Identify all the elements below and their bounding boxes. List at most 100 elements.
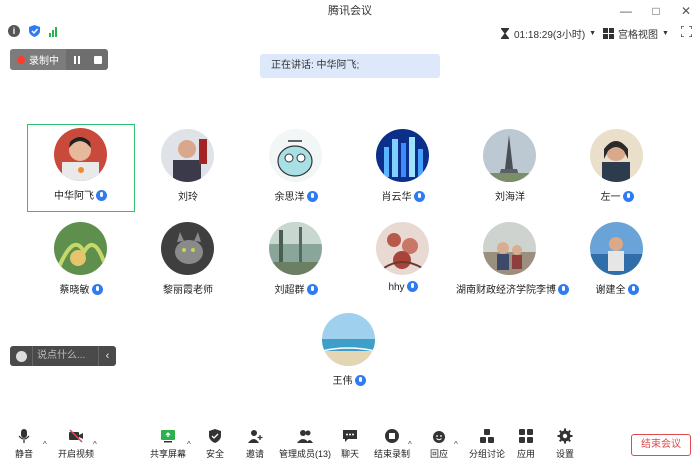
participant-tile[interactable]: 谢建全 <box>563 218 671 306</box>
share-screen-icon <box>161 430 175 443</box>
shield-icon[interactable] <box>29 25 40 37</box>
view-mode-label: 宫格视图 <box>618 30 658 41</box>
participant-name: hhy <box>349 281 457 293</box>
chevron-up-icon[interactable]: ^ <box>93 440 97 449</box>
avatar <box>53 128 107 181</box>
chevron-up-icon[interactable]: ^ <box>187 440 191 449</box>
add-user-icon <box>248 430 263 443</box>
avatar <box>54 222 107 275</box>
participant-tile[interactable]: 左一 <box>563 125 671 213</box>
end-meeting-button[interactable]: 结束会议 <box>631 434 691 456</box>
participant-name: 黎丽霞老师 <box>163 285 213 296</box>
participant-tile[interactable]: 刘海洋 <box>456 125 564 213</box>
speaking-indicator: 正在讲话: 中华阿飞; <box>260 54 440 78</box>
avatar <box>269 129 322 182</box>
participant-name: 王伟 <box>295 372 403 387</box>
participant-tile[interactable]: 黎丽霞老师 <box>134 218 242 306</box>
apps-button[interactable]: 应用 <box>517 428 535 460</box>
chevron-down-icon: ▼ <box>662 30 669 37</box>
recording-label: 录制中 <box>29 56 59 67</box>
window-controls: — □ ✕ <box>620 0 692 22</box>
invite-button[interactable]: 邀请 <box>246 428 264 460</box>
avatar <box>483 129 536 182</box>
view-mode-button[interactable]: 宫格视图 ▼ <box>603 26 669 41</box>
microphone-icon <box>18 429 30 443</box>
chevron-down-icon: ▼ <box>589 30 597 37</box>
timer-text: 01:18:29(3小时) <box>514 30 586 41</box>
participant-tile[interactable]: 刘玲 <box>134 125 242 213</box>
close-icon[interactable]: ✕ <box>680 0 692 22</box>
mic-on-icon <box>354 375 366 386</box>
chat-input[interactable]: 说点什么... <box>32 346 98 366</box>
stop-record-icon <box>385 429 399 443</box>
avatar <box>483 222 536 275</box>
mic-on-icon <box>96 190 107 201</box>
participant-name: 谢建全 <box>563 281 671 296</box>
chevron-up-icon[interactable]: ^ <box>43 440 47 449</box>
avatar <box>590 129 643 182</box>
signal-icon[interactable] <box>49 25 61 37</box>
chat-icon <box>343 430 357 442</box>
fullscreen-icon[interactable] <box>681 26 692 37</box>
participant-tile[interactable]: 蔡晓敏 <box>27 218 135 306</box>
security-button[interactable]: 安全 <box>206 428 224 460</box>
participant-name: 肖云华 <box>349 188 457 203</box>
stop-icon <box>93 55 102 64</box>
mic-on-icon <box>406 281 418 292</box>
participant-tile[interactable]: 肖云华 <box>349 125 457 213</box>
participant-name: 刘超群 <box>242 281 350 296</box>
stop-recording-button[interactable] <box>87 49 108 70</box>
mic-on-icon <box>91 284 103 295</box>
video-button[interactable]: 开启视频 <box>58 428 94 460</box>
avatar <box>322 313 375 366</box>
chevron-up-icon[interactable]: ^ <box>454 440 458 449</box>
mic-on-icon <box>627 284 639 295</box>
avatar <box>269 222 322 275</box>
meeting-toolbar: 静音 ^ 开启视频 ^ 共享屏幕 ^ 安全 邀请 管理成员(13) 聊天 结束录… <box>0 424 700 464</box>
meeting-timer[interactable]: 01:18:29(3小时) ▼ <box>500 26 596 41</box>
pause-recording-button[interactable] <box>66 49 87 70</box>
recording-panel: 录制中 <box>10 49 108 70</box>
pause-icon <box>73 55 80 64</box>
status-icons: i <box>8 25 61 37</box>
info-icon[interactable]: i <box>8 25 20 37</box>
participant-name: 湖南财政经济学院李博 <box>456 281 569 296</box>
shield-icon <box>209 429 221 443</box>
hourglass-icon <box>501 28 509 39</box>
recording-status: 录制中 <box>10 49 66 70</box>
end-recording-button[interactable]: 结束录制 <box>374 428 410 460</box>
avatar <box>376 222 429 275</box>
manage-members-button[interactable]: 管理成员(13) <box>279 428 331 460</box>
participant-tile[interactable]: 湖南财政经济学院李博 <box>456 218 569 306</box>
emoji-reaction-icon <box>433 431 445 443</box>
chat-button[interactable]: 聊天 <box>341 428 359 460</box>
participant-tile[interactable]: hhy <box>349 218 457 306</box>
mic-on-icon <box>306 191 318 202</box>
participant-tile[interactable]: 中华阿飞 <box>27 124 135 212</box>
emoji-icon[interactable] <box>10 346 32 366</box>
participant-tile[interactable]: 刘超群 <box>242 218 350 306</box>
mic-on-icon <box>413 191 425 202</box>
video-off-icon <box>69 429 83 443</box>
breakout-icon <box>480 429 494 443</box>
mic-on-icon <box>622 191 634 202</box>
maximize-icon[interactable]: □ <box>650 0 662 22</box>
minimize-icon[interactable]: — <box>620 0 632 22</box>
mute-button[interactable]: 静音 <box>15 428 33 460</box>
participant-name: 刘玲 <box>178 192 198 203</box>
reactions-button[interactable]: 回应 <box>430 428 448 460</box>
chevron-left-icon[interactable]: ‹ <box>98 346 116 366</box>
mic-on-icon <box>306 284 318 295</box>
participant-tile[interactable]: 王伟 <box>295 309 403 397</box>
breakout-rooms-button[interactable]: 分组讨论 <box>469 428 505 460</box>
window-title: 腾讯会议 <box>328 5 372 17</box>
settings-button[interactable]: 设置 <box>556 428 574 460</box>
share-screen-button[interactable]: 共享屏幕 <box>150 428 186 460</box>
participant-tile[interactable]: 余思洋 <box>242 125 350 213</box>
participant-name: 余思洋 <box>242 188 350 203</box>
chat-quick-input[interactable]: 说点什么... ‹ <box>10 346 116 366</box>
grid-view-icon <box>603 28 614 39</box>
chevron-up-icon[interactable]: ^ <box>408 440 412 449</box>
members-icon <box>297 430 313 443</box>
participant-name: 中华阿飞 <box>27 187 135 202</box>
